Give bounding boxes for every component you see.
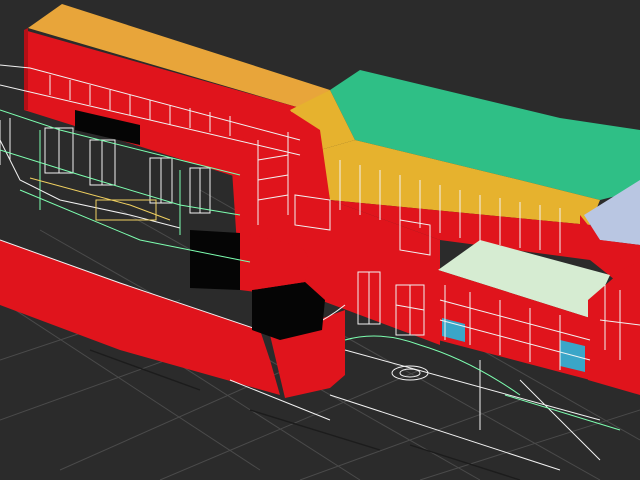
3d-viewport[interactable]: [0, 0, 640, 480]
black-wall-right: [252, 282, 325, 340]
black-wall-left: [190, 230, 240, 290]
main-building-side: [24, 28, 28, 110]
tower-block: [252, 112, 320, 220]
